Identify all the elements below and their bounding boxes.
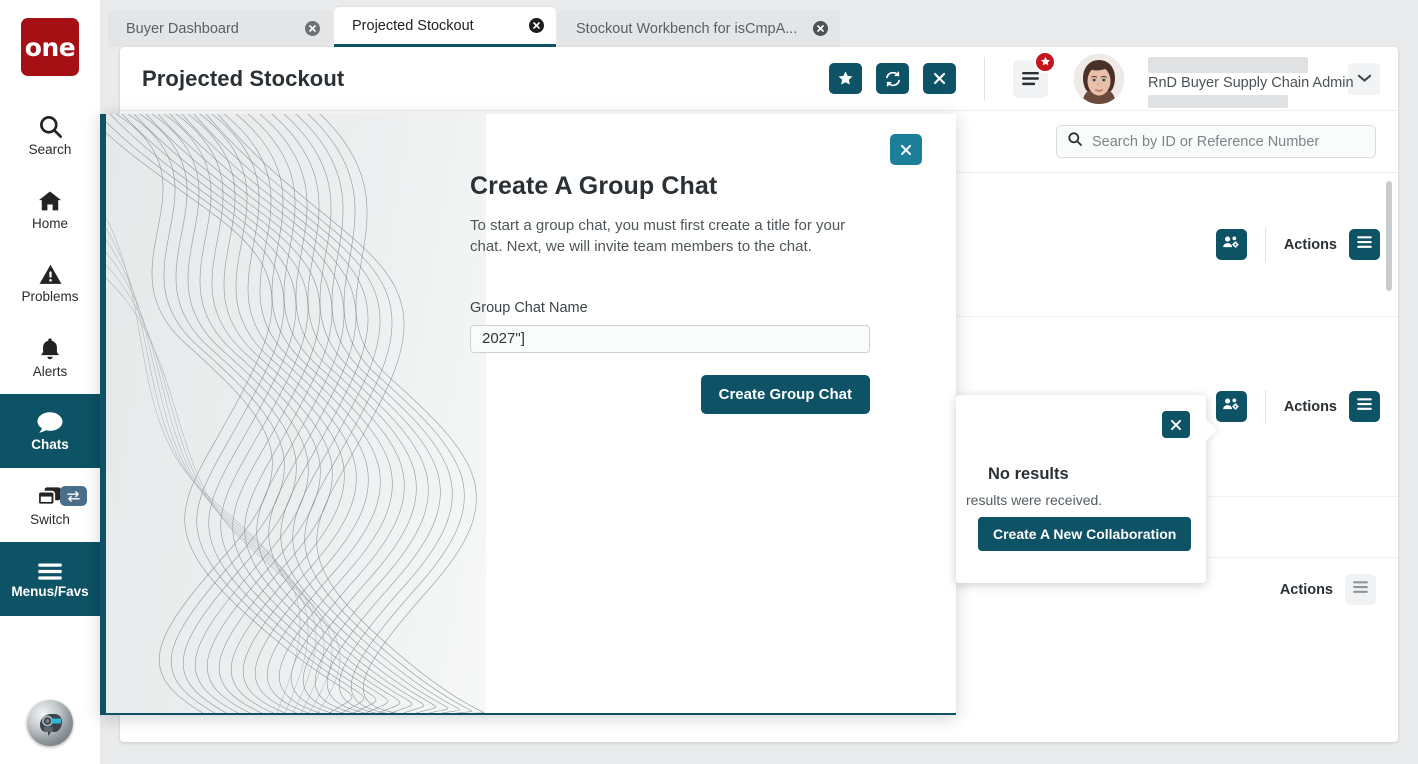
tab-close-icon[interactable] xyxy=(305,21,320,36)
actions-label: Actions xyxy=(1283,398,1337,415)
hamburger-icon xyxy=(1352,580,1369,599)
app-root: one Search Home Problems Alerts Chats Sw… xyxy=(0,0,1418,764)
popover-close-button[interactable] xyxy=(1162,411,1190,438)
warning-triangle-icon xyxy=(37,262,64,287)
bell-icon xyxy=(37,336,63,362)
left-nav-rail: one Search Home Problems Alerts Chats Sw… xyxy=(0,0,100,764)
sidebar-item-label: Problems xyxy=(21,289,79,305)
modal-body: Create A Group Chat To start a group cha… xyxy=(470,114,956,713)
sidebar-item-label: Menus/Favs xyxy=(11,583,89,599)
sidebar-item-switch[interactable]: Switch xyxy=(0,468,100,542)
tab-strip: Buyer Dashboard Projected Stockout Stock… xyxy=(100,0,1418,47)
tab-label: Stockout Workbench for isCmpA... xyxy=(576,20,798,37)
modal-description: To start a group chat, you must first cr… xyxy=(470,217,846,256)
tab-close-icon[interactable] xyxy=(813,21,829,36)
notification-badge xyxy=(1034,50,1056,73)
chevron-down-icon xyxy=(1357,70,1372,88)
close-page-button[interactable] xyxy=(923,63,956,94)
modal-close-button[interactable] xyxy=(890,134,922,165)
row-divider xyxy=(1264,227,1266,262)
create-group-chat-button[interactable]: Create Group Chat xyxy=(700,374,870,414)
hamburger-icon xyxy=(35,560,65,582)
row-controls: Actions xyxy=(1215,389,1380,424)
sidebar-item-chats[interactable]: Chats xyxy=(0,394,100,468)
group-chat-name-input-wrapper[interactable] xyxy=(470,324,870,353)
logo-text: one xyxy=(24,32,76,62)
sidebar-item-label: Chats xyxy=(31,437,69,453)
people-gear-icon xyxy=(1222,234,1241,256)
one-network-logo[interactable]: one xyxy=(21,18,79,76)
page-title: Projected Stockout xyxy=(142,65,345,91)
modal-actions: Create Group Chat xyxy=(470,374,870,414)
people-gear-icon xyxy=(1222,396,1241,418)
sidebar-item-label: Search xyxy=(28,142,72,158)
popover-subtitle: results were received. xyxy=(966,492,1103,508)
collaborators-button[interactable] xyxy=(1215,229,1247,261)
tab-label: Buyer Dashboard xyxy=(126,20,239,37)
hamburger-icon xyxy=(1356,235,1373,254)
refresh-button[interactable] xyxy=(876,63,909,94)
tab-close-icon[interactable] xyxy=(529,18,544,33)
actions-menu-button[interactable] xyxy=(1349,229,1380,261)
redaction-bar-top xyxy=(1148,56,1308,73)
tab-stockout-workbench[interactable]: Stockout Workbench for isCmpA... xyxy=(558,10,841,47)
search-input[interactable] xyxy=(1092,133,1365,150)
avatar[interactable] xyxy=(1074,53,1124,104)
neo-assistant-button[interactable] xyxy=(27,700,73,746)
sidebar-item-home[interactable]: Home xyxy=(0,172,100,246)
page-header: Projected Stockout RnD Buyer Supply Chai… xyxy=(120,47,1398,111)
search-box[interactable] xyxy=(1056,125,1376,158)
sidebar-item-label: Home xyxy=(31,215,68,231)
search-icon xyxy=(37,113,64,140)
actions-label: Actions xyxy=(1279,581,1333,598)
sidebar-item-search[interactable]: Search xyxy=(0,98,100,172)
group-chat-name-label: Group Chat Name xyxy=(470,299,588,316)
collaborators-button[interactable] xyxy=(1215,391,1247,423)
redaction-bar-bottom xyxy=(1148,94,1288,108)
sidebar-item-alerts[interactable]: Alerts xyxy=(0,320,100,394)
username-label: RnD Buyer Supply Chain Admin xyxy=(1148,74,1354,91)
user-identity[interactable]: RnD Buyer Supply Chain Admin xyxy=(1148,54,1354,108)
neo-assistant-avatar xyxy=(27,700,73,746)
sidebar-item-menus-favs[interactable]: Menus/Favs xyxy=(0,542,100,616)
modal-decorative-artwork xyxy=(106,114,486,713)
header-divider xyxy=(984,56,985,101)
sidebar-item-label: Switch xyxy=(30,511,70,527)
popover-arrow xyxy=(1206,419,1217,441)
no-results-popover: No results results were received. Create… xyxy=(956,395,1217,583)
chat-bubble-icon xyxy=(35,410,65,435)
tab-buyer-dashboard[interactable]: Buyer Dashboard xyxy=(108,10,332,47)
modal-title: Create A Group Chat xyxy=(470,172,718,200)
actions-label: Actions xyxy=(1283,236,1337,253)
create-group-chat-modal: Create A Group Chat To start a group cha… xyxy=(100,114,956,715)
actions-menu-button[interactable] xyxy=(1345,574,1376,606)
search-icon xyxy=(1067,131,1083,152)
sidebar-item-label: Alerts xyxy=(32,363,68,379)
home-icon xyxy=(36,188,64,214)
header-menu-button[interactable] xyxy=(1013,50,1056,98)
list-scrollbar[interactable] xyxy=(1386,181,1392,291)
popover-title: No results xyxy=(988,465,1069,483)
row-controls: Actions xyxy=(1215,227,1380,262)
switch-toggle-badge-icon[interactable] xyxy=(60,486,87,506)
group-chat-name-field: Group Chat Name xyxy=(470,300,870,353)
sidebar-item-problems[interactable]: Problems xyxy=(0,246,100,320)
actions-menu-button[interactable] xyxy=(1349,391,1380,423)
tab-label: Projected Stockout xyxy=(352,17,474,34)
group-chat-name-input[interactable] xyxy=(482,330,858,348)
row-divider xyxy=(1264,389,1266,424)
create-collaboration-button[interactable]: Create A New Collaboration xyxy=(978,517,1192,551)
favorite-button[interactable] xyxy=(829,63,862,94)
hamburger-icon xyxy=(1356,397,1373,416)
tab-projected-stockout[interactable]: Projected Stockout xyxy=(334,7,556,47)
